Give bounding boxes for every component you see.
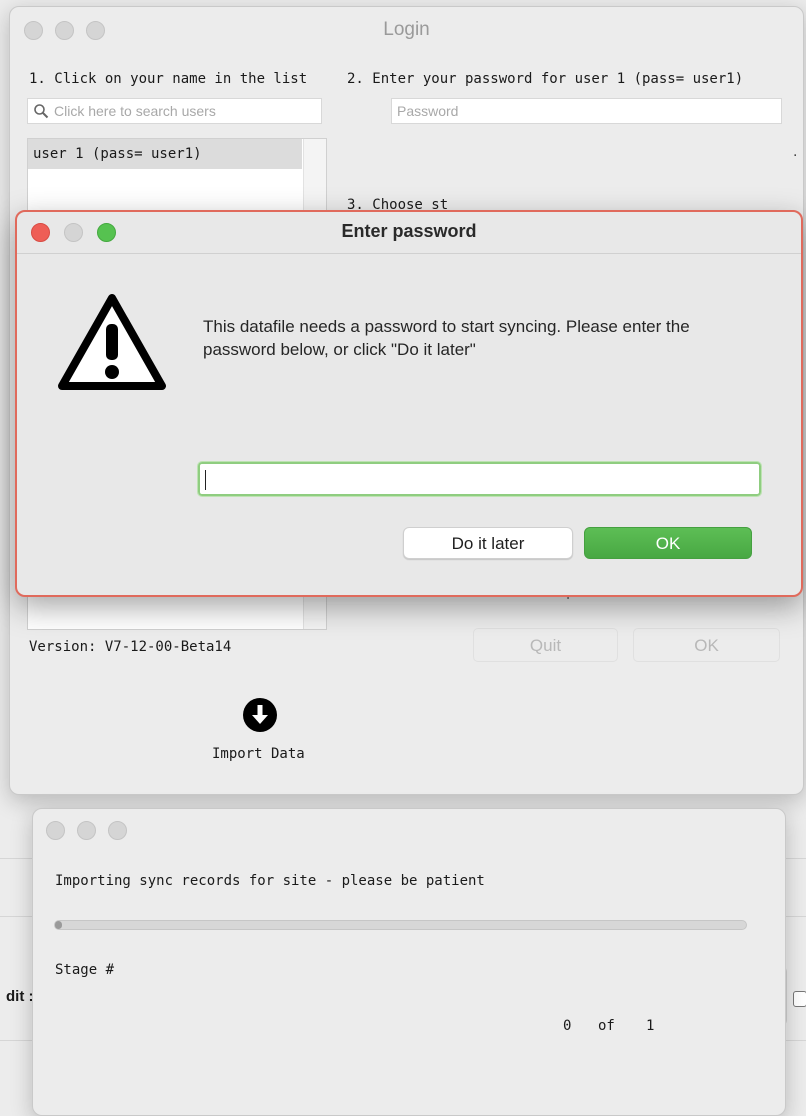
user-search-input[interactable]: Click here to search users <box>27 98 322 124</box>
step2-label: 2. Enter your password for user 1 (pass=… <box>347 71 744 87</box>
text-caret <box>205 470 206 490</box>
dialog-message: This datafile needs a password to start … <box>203 317 690 359</box>
background-partial-label: dit : <box>6 988 34 1005</box>
search-icon <box>33 103 49 124</box>
hidden-edge-mark: . <box>793 143 798 160</box>
quit-button[interactable]: Quit <box>473 628 618 662</box>
user-list-item[interactable]: user 1 (pass= user1) <box>28 139 302 169</box>
import-data-label: Import Data <box>212 746 305 762</box>
stage-label: Stage # <box>55 962 115 978</box>
enter-password-dialog: Enter password This datafile needs a pas… <box>15 210 803 597</box>
import-progress-fill <box>55 921 62 929</box>
user-list-item-label: user 1 (pass= user1) <box>33 146 202 162</box>
password-input[interactable]: Password <box>391 98 782 124</box>
import-progress-window: Importing sync records for site - please… <box>32 808 786 1116</box>
count-total: 1 <box>646 1018 655 1034</box>
download-arrow-icon <box>242 697 278 738</box>
import-progress-bar <box>54 920 747 930</box>
dialog-ok-button[interactable]: OK <box>584 527 752 559</box>
count-of: of <box>598 1018 615 1034</box>
do-it-later-button[interactable]: Do it later <box>403 527 573 559</box>
password-placeholder: Password <box>397 103 459 119</box>
count-current: 0 <box>563 1018 572 1034</box>
dialog-title: Enter password <box>341 221 477 241</box>
warning-icon <box>57 292 167 397</box>
import-data-button[interactable]: Import Data <box>200 697 320 767</box>
version-text: Version: V7-12-00-Beta14 <box>29 639 232 655</box>
background-checkbox[interactable] <box>793 991 806 1007</box>
step1-label: 1. Click on your name in the list <box>29 71 308 87</box>
window-close-button[interactable] <box>46 821 65 840</box>
window-minimize-button[interactable] <box>77 821 96 840</box>
window-zoom-button[interactable] <box>108 821 127 840</box>
dialog-password-input[interactable] <box>197 461 762 497</box>
search-placeholder: Click here to search users <box>54 103 216 119</box>
window-title: Login <box>383 19 430 40</box>
dialog-title-divider <box>17 253 801 254</box>
ok-button[interactable]: OK <box>633 628 780 662</box>
import-message: Importing sync records for site - please… <box>55 873 485 889</box>
